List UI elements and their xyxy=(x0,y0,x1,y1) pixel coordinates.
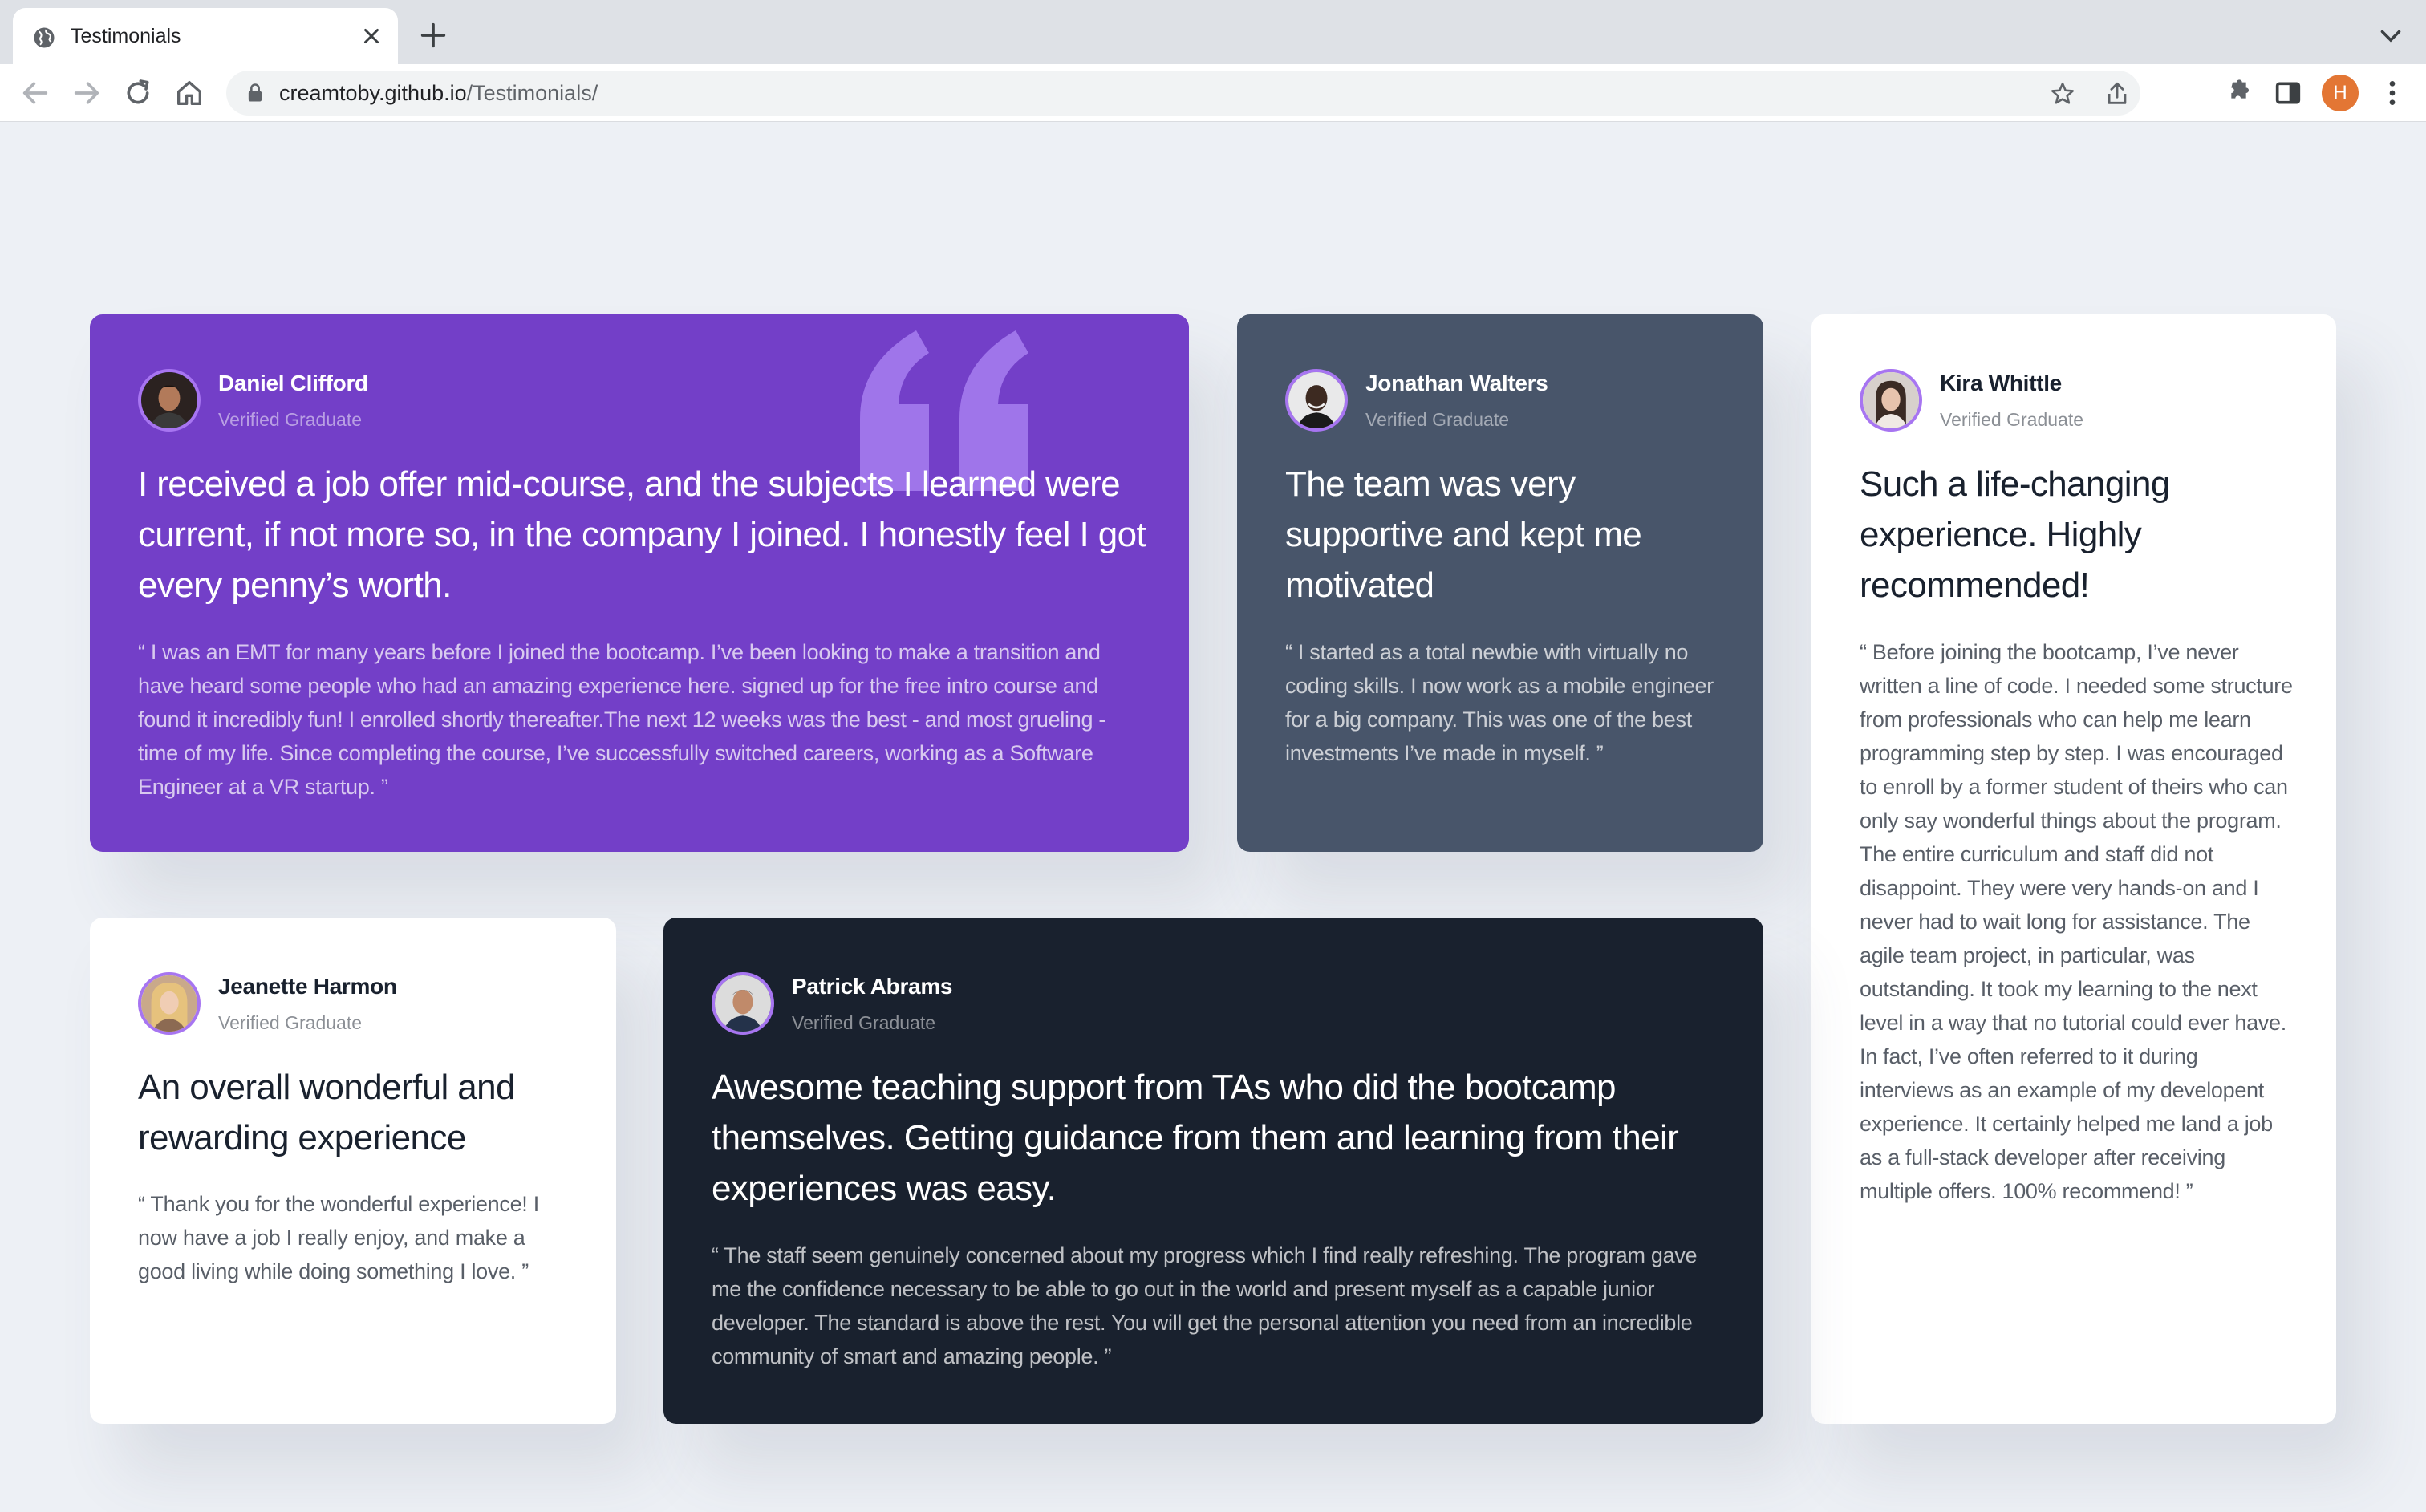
profile-avatar[interactable]: H xyxy=(2322,75,2359,111)
person-name: Patrick Abrams xyxy=(792,974,953,999)
testimonial-card-kira: Kira Whittle Verified Graduate Such a li… xyxy=(1811,314,2336,1424)
testimonial-headline: Awesome teaching support from TAs who di… xyxy=(712,1068,1679,1208)
tab-title: Testimonials xyxy=(71,25,181,47)
browser-toolbar: creamtoby.github.io/Testimonials/ H xyxy=(0,64,2426,122)
testimonial-body: “ Before joining the bootcamp, I’ve neve… xyxy=(1860,640,2293,1203)
address-bar[interactable]: creamtoby.github.io/Testimonials/ xyxy=(226,71,2140,116)
side-panel-icon[interactable] xyxy=(2272,77,2304,109)
person-role: Verified Graduate xyxy=(218,1012,363,1033)
person-name: Jonathan Walters xyxy=(1365,371,1548,395)
testimonial-body: “ Thank you for the wonderful experience… xyxy=(138,1192,539,1283)
url-text[interactable]: creamtoby.github.io/Testimonials/ xyxy=(279,79,598,107)
chevron-down-icon[interactable] xyxy=(2376,21,2405,50)
avatar xyxy=(712,972,774,1035)
url-host: creamtoby.github.io xyxy=(279,81,467,105)
person-role: Verified Graduate xyxy=(1365,409,1510,430)
testimonials-page: Daniel Clifford Verified Graduate I rece… xyxy=(0,122,2426,1512)
testimonial-headline: An overall wonderful and rewarding exper… xyxy=(138,1068,516,1157)
avatar xyxy=(138,369,201,432)
person-name: Daniel Clifford xyxy=(218,371,368,395)
close-icon[interactable] xyxy=(359,24,383,48)
avatar xyxy=(1860,369,1922,432)
testimonial-headline: The team was very supportive and kept me… xyxy=(1285,464,1642,605)
star-icon[interactable] xyxy=(2049,80,2076,107)
testimonial-card-daniel: Daniel Clifford Verified Graduate I rece… xyxy=(90,314,1189,852)
extensions-icon[interactable] xyxy=(2221,77,2253,109)
share-icon[interactable] xyxy=(2103,80,2131,107)
testimonial-headline: Such a life-changing experience. Highly … xyxy=(1860,464,2170,605)
person-role: Verified Graduate xyxy=(1940,409,2084,430)
browser-chrome: Testimonials creamtoby.github.io/Testimo… xyxy=(0,0,2426,122)
testimonial-headline: I received a job offer mid-course, and t… xyxy=(138,464,1146,605)
lock-icon[interactable] xyxy=(244,82,266,104)
more-options-icon[interactable] xyxy=(2376,77,2408,109)
testimonial-body: “ The staff seem genuinely concerned abo… xyxy=(712,1243,1698,1368)
testimonial-body: “ I started as a total newbie with virtu… xyxy=(1285,640,1714,765)
tab-strip: Testimonials xyxy=(0,0,2426,64)
testimonial-card-patrick: Patrick Abrams Verified Graduate Awesome… xyxy=(663,918,1763,1424)
person-name: Kira Whittle xyxy=(1940,371,2062,395)
back-icon[interactable] xyxy=(19,77,51,109)
new-tab-icon[interactable] xyxy=(417,19,449,51)
home-icon[interactable] xyxy=(173,77,205,109)
person-role: Verified Graduate xyxy=(218,409,363,430)
forward-icon[interactable] xyxy=(71,77,103,109)
person-role: Verified Graduate xyxy=(792,1012,936,1033)
testimonial-card-jonathan: Jonathan Walters Verified Graduate The t… xyxy=(1237,314,1763,852)
avatar xyxy=(1285,369,1348,432)
testimonial-body: “ I was an EMT for many years before I j… xyxy=(138,640,1106,799)
globe-icon xyxy=(34,27,55,48)
reload-icon[interactable] xyxy=(122,77,154,109)
browser-tab[interactable]: Testimonials xyxy=(13,8,398,64)
person-name: Jeanette Harmon xyxy=(218,974,397,999)
testimonial-card-jeanette: Jeanette Harmon Verified Graduate An ove… xyxy=(90,918,616,1424)
url-path: /Testimonials/ xyxy=(466,81,598,105)
avatar xyxy=(138,972,201,1035)
